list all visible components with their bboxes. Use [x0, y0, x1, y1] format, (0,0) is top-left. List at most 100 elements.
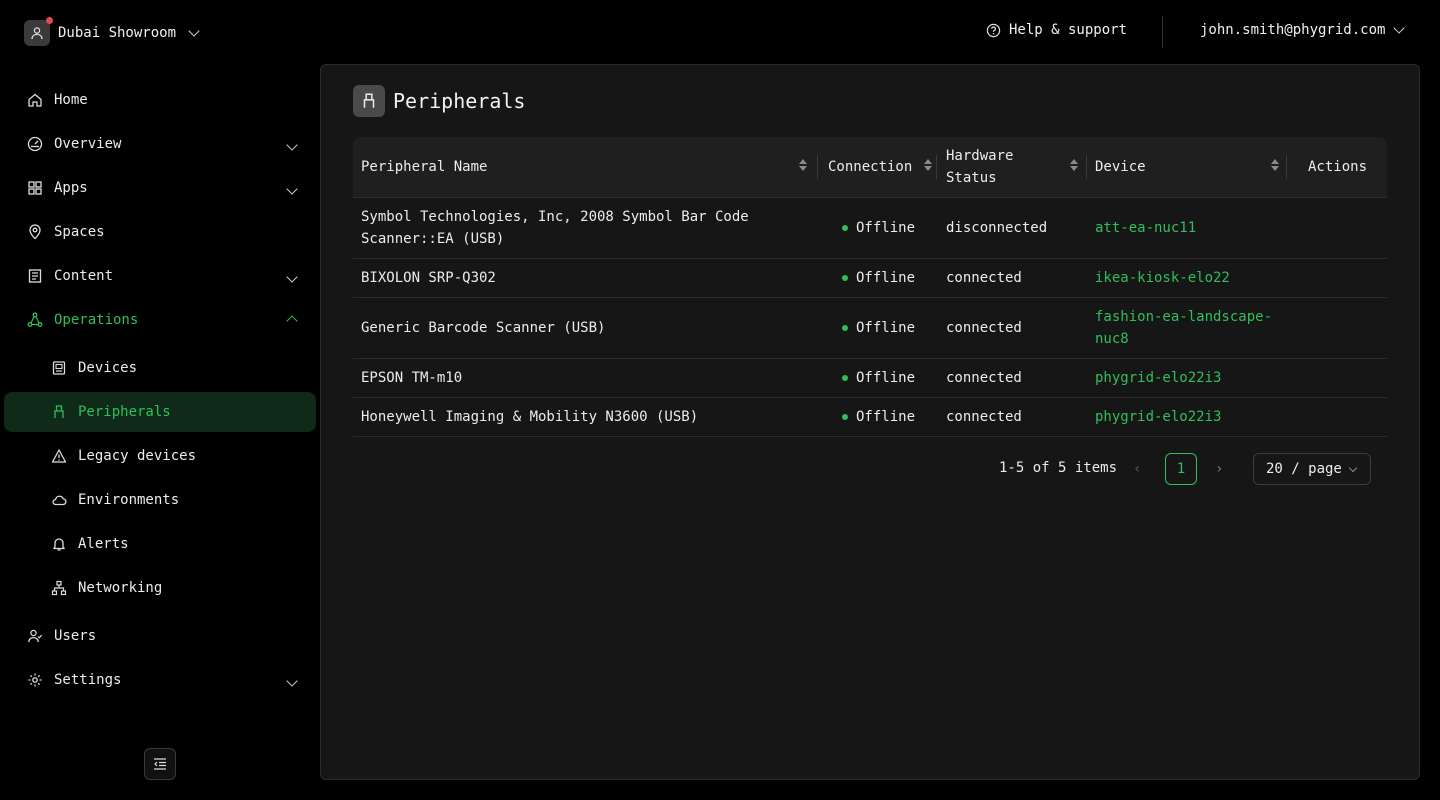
connection-label: Offline — [856, 370, 916, 386]
sidebar-item-settings[interactable]: Settings — [4, 660, 316, 700]
sidebar-item-label: Overview — [54, 136, 122, 152]
connection-label: Offline — [856, 220, 916, 236]
page-button[interactable]: 1 — [1165, 453, 1197, 485]
sidebar-item-users[interactable]: Users — [4, 616, 316, 656]
user-menu[interactable]: john.smith@phygrid.com — [1200, 22, 1406, 38]
sidebar-item-devices[interactable]: Devices — [4, 348, 316, 388]
column-divider — [1286, 155, 1287, 179]
network-icon — [50, 579, 68, 597]
map-pin-icon — [26, 223, 44, 241]
chevron-down-icon — [1348, 463, 1358, 473]
sidebar-item-label: Legacy devices — [78, 448, 197, 464]
device-icon — [50, 359, 68, 377]
sidebar-item-label: Peripherals — [78, 404, 171, 420]
peripheral-name: Symbol Technologies, Inc, 2008 Symbol Ba… — [361, 209, 749, 247]
status-dot — [842, 275, 848, 281]
column-header-hardware-status[interactable]: Hardware Status — [946, 137, 1086, 197]
hardware-status: disconnected — [946, 220, 1048, 236]
chevron-down-icon — [188, 25, 200, 37]
column-label: Device — [1095, 159, 1146, 175]
sort-icon — [799, 159, 807, 171]
warning-icon — [50, 447, 68, 465]
column-label: Connection — [828, 159, 913, 175]
status-dot — [842, 325, 848, 331]
chevron-down-icon — [282, 269, 298, 285]
sidebar-item-operations[interactable]: Operations — [4, 300, 316, 340]
help-support-link[interactable]: Help & support — [986, 22, 1127, 38]
device-link[interactable]: fashion-ea-landscape-nuc8 — [1095, 306, 1280, 350]
usb-icon — [353, 85, 385, 117]
gear-icon — [26, 671, 44, 689]
org-switcher[interactable]: Dubai Showroom — [24, 17, 200, 46]
sidebar-item-networking[interactable]: Networking — [4, 568, 316, 608]
hardware-status: connected — [946, 320, 1022, 336]
column-divider — [1086, 155, 1087, 179]
sidebar-item-label: Spaces — [54, 224, 105, 240]
chevron-down-icon — [282, 673, 298, 689]
sidebar-item-label: Settings — [54, 672, 122, 688]
chevron-right-icon[interactable]: › — [1215, 461, 1223, 477]
connection-label: Offline — [856, 409, 916, 425]
sidebar-item-home[interactable]: Home — [4, 80, 316, 120]
hardware-status: connected — [946, 409, 1022, 425]
pagination-total: 1-5 of 5 items — [999, 460, 1118, 476]
table-row[interactable]: BIXOLON SRP-Q302 Offline connected ikea-… — [353, 259, 1387, 298]
grid-icon — [26, 179, 44, 197]
table-row[interactable]: EPSON TM-m10 Offline connected phygrid-e… — [353, 359, 1387, 398]
peripheral-name: Generic Barcode Scanner (USB) — [361, 320, 606, 336]
sidebar-item-peripherals[interactable]: Peripherals — [4, 392, 316, 432]
status-dot — [842, 225, 848, 231]
connection-status: Offline — [842, 267, 915, 289]
chevron-down-icon — [282, 137, 298, 153]
sidebar-item-apps[interactable]: Apps — [4, 168, 316, 208]
main-panel: Peripherals Peripheral Name Connection H… — [320, 64, 1420, 780]
page-title: Peripherals — [393, 89, 526, 113]
column-divider — [936, 155, 937, 179]
sort-icon — [1271, 159, 1279, 171]
column-header-device[interactable]: Device — [1095, 137, 1287, 197]
chevron-left-icon[interactable]: ‹ — [1133, 461, 1141, 477]
home-icon — [26, 91, 44, 109]
operations-icon — [26, 311, 44, 329]
sidebar-item-legacy-devices[interactable]: Legacy devices — [4, 436, 316, 476]
device-link[interactable]: att-ea-nuc11 — [1095, 217, 1196, 239]
device-link[interactable]: phygrid-elo22i3 — [1095, 406, 1221, 428]
help-icon — [986, 23, 1001, 37]
connection-status: Offline — [842, 367, 915, 389]
peripherals-table: Peripheral Name Connection Hardware Stat… — [353, 137, 1387, 485]
device-link[interactable]: phygrid-elo22i3 — [1095, 367, 1221, 389]
sidebar-item-spaces[interactable]: Spaces — [4, 212, 316, 252]
connection-label: Offline — [856, 270, 916, 286]
sidebar-item-overview[interactable]: Overview — [4, 124, 316, 164]
chevron-down-icon — [1393, 22, 1406, 34]
sort-icon — [924, 159, 932, 171]
table-row[interactable]: Symbol Technologies, Inc, 2008 Symbol Ba… — [353, 198, 1387, 259]
table-row[interactable]: Honeywell Imaging & Mobility N3600 (USB)… — [353, 398, 1387, 437]
sidebar-item-label: Apps — [54, 180, 88, 196]
sidebar-item-alerts[interactable]: Alerts — [4, 524, 316, 564]
page-size-select[interactable]: 20 / page — [1253, 453, 1371, 485]
collapse-sidebar-button[interactable] — [144, 748, 176, 780]
connection-status: Offline — [842, 317, 915, 339]
connection-status: Offline — [842, 217, 915, 239]
table-row[interactable]: Generic Barcode Scanner (USB) Offline co… — [353, 298, 1387, 359]
column-header-connection[interactable]: Connection — [828, 137, 936, 197]
peripheral-name: EPSON TM-m10 — [361, 370, 463, 386]
usb-icon — [50, 403, 68, 421]
page-header: Peripherals — [353, 85, 525, 117]
help-label: Help & support — [1009, 22, 1128, 38]
sidebar-item-label: Networking — [78, 580, 163, 596]
peripheral-name: Honeywell Imaging & Mobility N3600 (USB) — [361, 409, 699, 425]
status-dot — [842, 375, 848, 381]
sidebar-item-content[interactable]: Content — [4, 256, 316, 296]
sort-icon — [1070, 159, 1078, 171]
sidebar-item-environments[interactable]: Environments — [4, 480, 316, 520]
column-divider — [817, 155, 818, 179]
sidebar-item-label: Users — [54, 628, 97, 644]
peripheral-name: BIXOLON SRP-Q302 — [361, 270, 496, 286]
column-header-peripheral-name[interactable]: Peripheral Name — [361, 137, 817, 197]
device-link[interactable]: ikea-kiosk-elo22 — [1095, 267, 1230, 289]
column-label: Peripheral Name — [361, 159, 488, 175]
user-email: john.smith@phygrid.com — [1200, 22, 1386, 38]
hardware-status: connected — [946, 370, 1022, 386]
